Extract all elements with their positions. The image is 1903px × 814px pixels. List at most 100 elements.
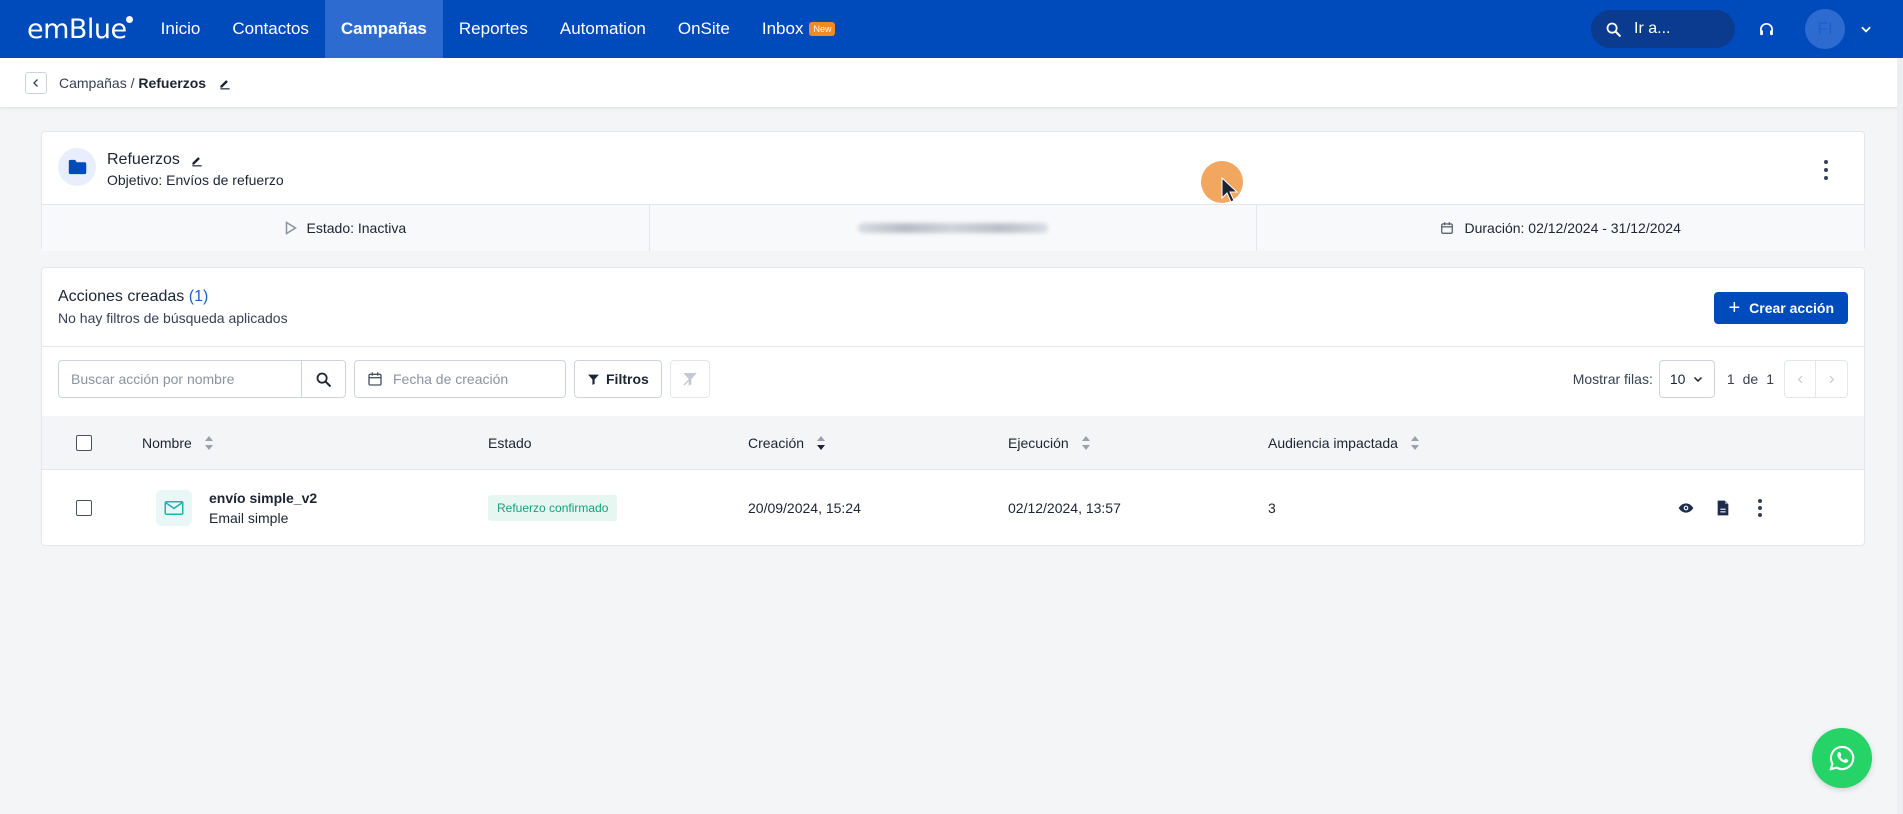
calendar-icon bbox=[1441, 222, 1454, 234]
headset-icon[interactable] bbox=[1755, 18, 1777, 40]
play-icon bbox=[285, 221, 297, 235]
global-search[interactable]: Ir a... bbox=[1591, 10, 1735, 48]
current-page: 1 bbox=[1726, 371, 1735, 387]
action-name[interactable]: envío simple_v2 bbox=[209, 490, 317, 506]
row-type-icon-cell bbox=[156, 470, 192, 546]
column-status: Estado bbox=[488, 416, 532, 470]
nav-item-inicio[interactable]: Inicio bbox=[145, 0, 217, 58]
row-checkbox[interactable] bbox=[76, 500, 92, 516]
blurred-text bbox=[858, 223, 1048, 233]
status-badge: Refuerzo confirmado bbox=[488, 495, 618, 521]
breadcrumb-bar: Campañas / Refuerzos bbox=[0, 58, 1903, 108]
total-pages: 1 bbox=[1766, 371, 1774, 387]
actions-title-text: Acciones creadas bbox=[58, 288, 185, 305]
filter-toolbar: Fecha de creación Filtros bbox=[58, 360, 710, 398]
chevron-right-icon bbox=[1829, 375, 1835, 383]
row-actions bbox=[1656, 470, 1768, 546]
sort-icon bbox=[1410, 436, 1419, 450]
column-created[interactable]: Creación bbox=[748, 416, 826, 470]
filter-icon bbox=[588, 374, 599, 385]
search-icon bbox=[316, 372, 331, 387]
eye-icon[interactable] bbox=[1678, 500, 1694, 516]
action-search-input[interactable] bbox=[58, 360, 301, 398]
row-name-cell: envío simple_v2 Email simple bbox=[209, 470, 317, 546]
actions-count: (1) bbox=[188, 288, 209, 305]
row-created-cell: 20/09/2024, 15:24 bbox=[748, 500, 861, 516]
pencil-icon[interactable] bbox=[218, 76, 232, 90]
avatar[interactable]: FI bbox=[1805, 9, 1845, 49]
campaign-name: Refuerzos bbox=[107, 151, 180, 168]
campaign-title: Refuerzos bbox=[107, 151, 204, 169]
pencil-icon[interactable] bbox=[190, 153, 204, 167]
divider bbox=[42, 346, 1864, 347]
column-audience-label: Audiencia impactada bbox=[1268, 435, 1398, 451]
emblue-logo[interactable]: emBlue bbox=[27, 13, 133, 45]
new-badge: New bbox=[809, 22, 836, 36]
kebab-icon[interactable] bbox=[1752, 499, 1768, 517]
chevron-down-icon[interactable] bbox=[1859, 22, 1873, 36]
folder-icon bbox=[58, 148, 96, 186]
column-name[interactable]: Nombre bbox=[142, 416, 214, 470]
nav-item-automation[interactable]: Automation bbox=[544, 0, 662, 58]
table-header: Nombre Estado Creación Ejecución Audienc… bbox=[42, 416, 1864, 470]
nav-item-onsite[interactable]: OnSite bbox=[662, 0, 746, 58]
breadcrumb-parent[interactable]: Campañas bbox=[59, 75, 127, 91]
row-audience-cell: 3 bbox=[1268, 500, 1276, 516]
chevron-down-icon bbox=[1693, 376, 1702, 383]
column-created-label: Creación bbox=[748, 435, 805, 451]
whatsapp-icon bbox=[1829, 745, 1855, 771]
filters-button[interactable]: Filtros bbox=[574, 360, 662, 398]
clear-filter-icon bbox=[683, 372, 697, 386]
create-action-button[interactable]: + Crear acción bbox=[1714, 292, 1848, 324]
calendar-icon bbox=[368, 372, 382, 386]
table-row[interactable]: envío simple_v2 Email simple Refuerzo co… bbox=[42, 470, 1864, 546]
page-scrollbar[interactable] bbox=[1897, 58, 1903, 814]
filters-note: No hay filtros de búsqueda aplicados bbox=[58, 310, 288, 326]
action-search bbox=[58, 360, 346, 398]
column-name-label: Nombre bbox=[142, 435, 192, 451]
creation-date-picker[interactable]: Fecha de creación bbox=[354, 360, 566, 398]
previous-page-button[interactable] bbox=[1784, 360, 1816, 398]
row-status-cell: Refuerzo confirmado bbox=[488, 470, 618, 546]
nav-item-reportes[interactable]: Reportes bbox=[443, 0, 544, 58]
rows-per-page-value: 10 bbox=[1669, 371, 1686, 387]
chevron-left-icon bbox=[33, 78, 38, 87]
sort-icon bbox=[204, 436, 213, 450]
whatsapp-button[interactable] bbox=[1812, 728, 1872, 788]
campaign-status-label: Estado: Inactiva bbox=[306, 220, 407, 236]
row-select-cell bbox=[76, 470, 92, 546]
campaign-duration: Duración: 02/12/2024 - 31/12/2024 bbox=[1257, 205, 1864, 251]
select-all-cell bbox=[76, 416, 92, 470]
actions-title: Acciones creadas (1) bbox=[58, 288, 208, 306]
breadcrumb-current: Refuerzos bbox=[138, 74, 207, 91]
column-audience[interactable]: Audiencia impactada bbox=[1268, 416, 1420, 470]
column-status-label: Estado bbox=[488, 435, 532, 451]
next-page-button[interactable] bbox=[1816, 360, 1848, 398]
nav-item-campanas[interactable]: Campañas bbox=[324, 0, 443, 58]
document-icon[interactable] bbox=[1716, 500, 1730, 516]
kebab-icon[interactable] bbox=[1818, 160, 1834, 180]
plus-icon: + bbox=[1728, 297, 1741, 319]
action-type: Email simple bbox=[209, 510, 289, 526]
creation-date-placeholder: Fecha de creación bbox=[393, 371, 509, 387]
nav-item-inbox-label: Inbox bbox=[761, 19, 804, 38]
actions-card: Acciones creadas (1) No hay filtros de b… bbox=[41, 267, 1865, 546]
select-all-checkbox[interactable] bbox=[76, 435, 92, 451]
back-button[interactable] bbox=[25, 71, 47, 94]
clear-filters-button[interactable] bbox=[669, 360, 710, 398]
rows-per-page-select[interactable]: 10 bbox=[1658, 360, 1715, 398]
campaign-redacted-info bbox=[650, 205, 1258, 251]
nav-item-inbox[interactable]: Inbox New bbox=[746, 0, 852, 58]
campaign-duration-label: Duración: 02/12/2024 - 31/12/2024 bbox=[1464, 220, 1681, 236]
main-menu: Inicio Contactos Campañas Reportes Autom… bbox=[145, 0, 852, 58]
chevron-left-icon bbox=[1797, 375, 1802, 383]
logo-text: emBlue bbox=[27, 13, 127, 45]
column-executed[interactable]: Ejecución bbox=[1008, 416, 1091, 470]
campaign-summary-card: Refuerzos Objetivo: Envíos de refuerzo E… bbox=[41, 131, 1865, 251]
mail-icon bbox=[156, 490, 192, 526]
nav-item-contactos[interactable]: Contactos bbox=[216, 0, 325, 58]
pagination: Mostrar filas: 10 1 de 1 bbox=[1573, 360, 1848, 398]
search-button[interactable] bbox=[301, 360, 346, 398]
breadcrumb: Campañas / Refuerzos bbox=[59, 75, 206, 91]
filters-label: Filtros bbox=[606, 371, 649, 387]
